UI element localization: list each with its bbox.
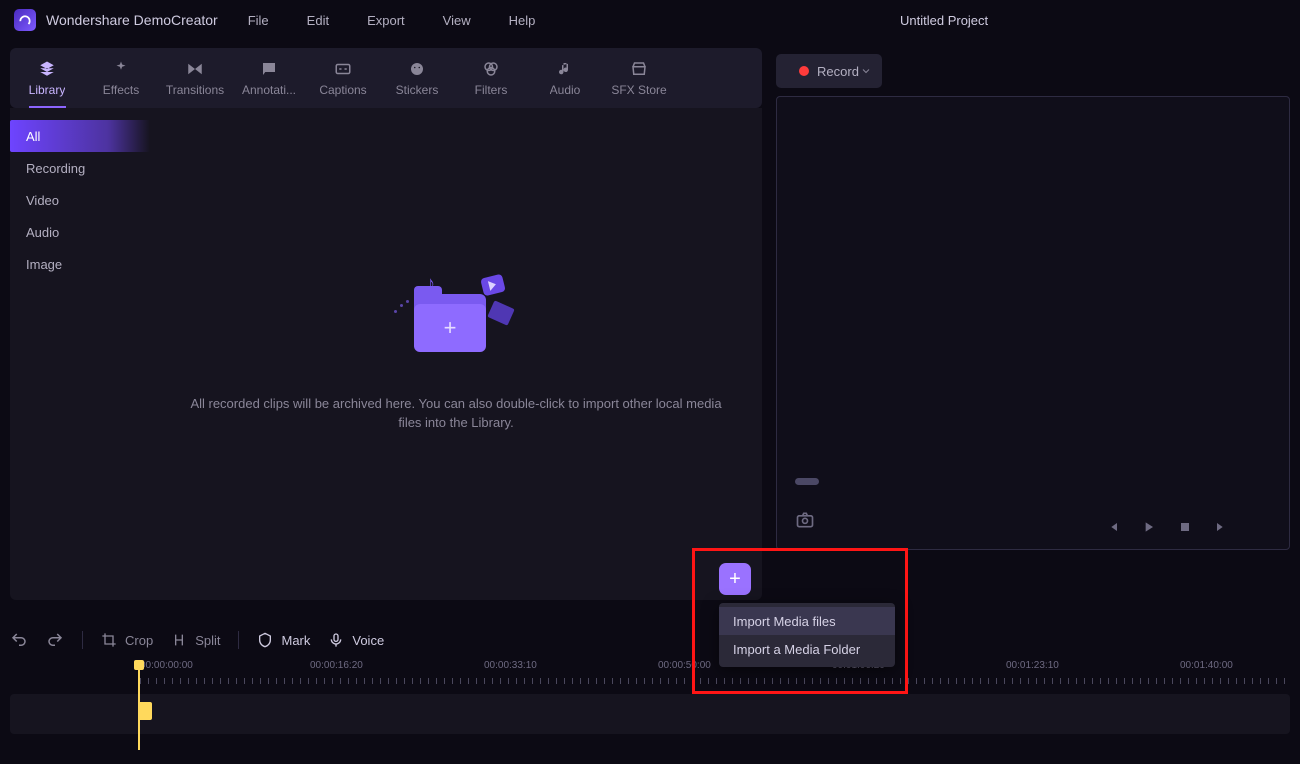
undo-button[interactable] <box>10 631 28 649</box>
record-label: Record <box>817 64 859 79</box>
prev-button[interactable] <box>1105 519 1121 535</box>
library-panel: All Recording Video Audio Image ♪ + All … <box>10 108 762 600</box>
chevron-down-icon <box>860 65 872 77</box>
tab-library-label: Library <box>29 83 66 97</box>
record-button[interactable]: Record <box>776 54 882 88</box>
ruler-tick: 00:00:00:00 <box>140 660 193 671</box>
tab-audio-label: Audio <box>550 83 581 97</box>
crop-label: Crop <box>125 633 153 648</box>
tab-annotations[interactable]: Annotati... <box>232 48 306 108</box>
store-icon <box>630 60 648 78</box>
mark-button[interactable]: Mark <box>257 632 310 648</box>
mic-icon <box>328 632 344 648</box>
tab-transitions[interactable]: Transitions <box>158 48 232 108</box>
menu-edit[interactable]: Edit <box>307 13 329 28</box>
record-dot-icon <box>799 66 809 76</box>
library-empty-text: All recorded clips will be archived here… <box>190 394 722 433</box>
lib-cat-all[interactable]: All <box>10 120 150 152</box>
menu-export[interactable]: Export <box>367 13 405 28</box>
menu-file[interactable]: File <box>248 13 269 28</box>
ruler-tick: 00:01:23:10 <box>1006 660 1059 671</box>
library-sidebar: All Recording Video Audio Image <box>10 108 150 600</box>
work-row: All Recording Video Audio Image ♪ + All … <box>10 108 1290 600</box>
tab-filters[interactable]: Filters <box>454 48 528 108</box>
menu-view[interactable]: View <box>443 13 471 28</box>
ruler-tick: 00:00:16:20 <box>310 660 363 671</box>
audio-icon <box>556 60 574 78</box>
image-thumb-icon <box>487 300 514 325</box>
tab-library[interactable]: Library <box>10 48 84 108</box>
menubar: Wondershare DemoCreator File Edit Export… <box>0 0 1300 40</box>
ctx-import-folder[interactable]: Import a Media Folder <box>719 635 895 663</box>
lib-cat-image[interactable]: Image <box>10 248 150 280</box>
tab-effects[interactable]: Effects <box>84 48 158 108</box>
menu-items: File Edit Export View Help <box>248 13 536 28</box>
tab-annotations-label: Annotati... <box>242 83 296 97</box>
project-title: Untitled Project <box>900 13 988 28</box>
tab-captions-label: Captions <box>319 83 366 97</box>
crop-icon <box>101 632 117 648</box>
stop-button[interactable] <box>1177 519 1193 535</box>
split-button[interactable]: Split <box>171 632 220 648</box>
next-button[interactable] <box>1213 519 1229 535</box>
ruler-tick: 00:00:33:10 <box>484 660 537 671</box>
lib-cat-recording[interactable]: Recording <box>10 152 150 184</box>
split-icon <box>171 632 187 648</box>
voice-button[interactable]: Voice <box>328 632 384 648</box>
tab-effects-label: Effects <box>103 83 139 97</box>
add-media-button[interactable]: + <box>719 563 751 595</box>
clip-chip[interactable] <box>138 702 152 720</box>
menu-help[interactable]: Help <box>509 13 536 28</box>
tab-captions[interactable]: Captions <box>306 48 380 108</box>
timeline-toolbar: Crop Split Mark Voice <box>10 622 1290 658</box>
folder-plus-icon: + <box>414 304 486 352</box>
play-button[interactable] <box>1141 519 1157 535</box>
lib-cat-video[interactable]: Video <box>10 184 150 216</box>
app-logo <box>14 9 36 31</box>
mark-icon <box>257 632 273 648</box>
tab-filters-label: Filters <box>475 83 508 97</box>
import-context-menu: Import Media files Import a Media Folder <box>719 603 895 667</box>
tab-stickers-label: Stickers <box>396 83 439 97</box>
annotation-icon <box>260 60 278 78</box>
captions-icon <box>334 60 352 78</box>
library-empty-state[interactable]: ♪ + All recorded clips will be archived … <box>150 108 762 600</box>
preview-panel: Record <box>776 48 1290 600</box>
redo-button[interactable] <box>46 631 64 649</box>
crop-button[interactable]: Crop <box>101 632 153 648</box>
preview-window <box>776 96 1290 550</box>
video-thumb-icon <box>480 273 506 296</box>
zoom-handle[interactable] <box>795 478 819 485</box>
tab-transitions-label: Transitions <box>166 83 224 97</box>
app-title: Wondershare DemoCreator <box>46 12 218 28</box>
layers-icon <box>38 60 56 78</box>
ctx-import-files[interactable]: Import Media files <box>719 607 895 635</box>
tab-audio[interactable]: Audio <box>528 48 602 108</box>
toolbar-separator <box>82 631 83 649</box>
lib-cat-audio[interactable]: Audio <box>10 216 150 248</box>
voice-label: Voice <box>352 633 384 648</box>
split-label: Split <box>195 633 220 648</box>
filters-icon <box>482 60 500 78</box>
transition-icon <box>186 60 204 78</box>
sparkle-icon <box>112 60 130 78</box>
toolbar-separator <box>238 631 239 649</box>
import-highlight-area: + Import Media files Import a Media Fold… <box>692 548 908 694</box>
mark-label: Mark <box>281 633 310 648</box>
tab-stickers[interactable]: Stickers <box>380 48 454 108</box>
timeline-track[interactable] <box>10 694 1290 734</box>
sticker-icon <box>408 60 426 78</box>
tool-tabs: Library Effects Transitions Annotati... … <box>10 48 762 108</box>
playback-controls <box>1105 519 1229 535</box>
ruler-tick: 00:01:40:00 <box>1180 660 1233 671</box>
tab-sfx-label: SFX Store <box>611 83 666 97</box>
timeline-ruler[interactable]: 00:00:00:00 00:00:16:20 00:00:33:10 00:0… <box>10 660 1290 684</box>
snapshot-button[interactable] <box>795 510 815 533</box>
tab-sfx-store[interactable]: SFX Store <box>602 48 676 108</box>
import-folder-art: ♪ + <box>396 276 516 366</box>
